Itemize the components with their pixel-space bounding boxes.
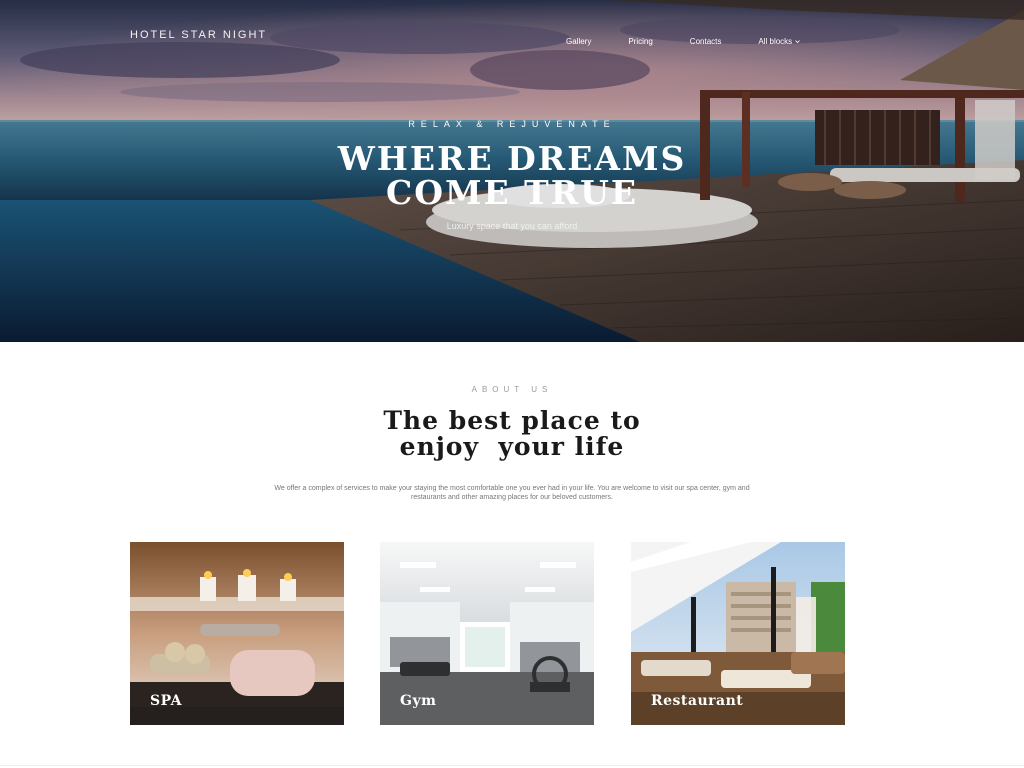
nav-link-contacts[interactable]: Contacts bbox=[690, 37, 722, 46]
nav-link-gallery[interactable]: Gallery bbox=[566, 37, 591, 46]
section-divider bbox=[0, 765, 1024, 766]
about-title: The best place to enjoy your life bbox=[232, 408, 792, 460]
hotel-logo[interactable]: HOTEL STAR NIGHT bbox=[130, 30, 270, 41]
about-description: We offer a complex of services to make y… bbox=[274, 485, 750, 501]
nav-dropdown-all-blocks[interactable]: All blocks bbox=[758, 37, 800, 46]
hero-content: RELAX & REJUVENATE WHERE DREAMS COME TRU… bbox=[0, 118, 1024, 232]
nav-link-pricing[interactable]: Pricing bbox=[628, 37, 652, 46]
services-cards: SPA Gym Restaurant bbox=[130, 542, 845, 725]
hero-eyebrow: RELAX & REJUVENATE bbox=[408, 119, 616, 129]
card-spa[interactable]: SPA bbox=[130, 542, 344, 725]
card-gym[interactable]: Gym bbox=[380, 542, 594, 725]
nav-menu: Gallery Pricing Contacts All blocks bbox=[566, 37, 800, 46]
hero-subtitle: Luxury space that you can afford bbox=[446, 221, 578, 231]
about-title-line-2: enjoy your life bbox=[399, 432, 625, 461]
about-title-line-1: The best place to bbox=[383, 406, 641, 435]
top-navbar: HOTEL STAR NIGHT Gallery Pricing Contact… bbox=[0, 0, 1024, 70]
card-spa-label: SPA bbox=[150, 693, 182, 709]
hero-title: WHERE DREAMS COME TRUE bbox=[0, 142, 1024, 210]
hero-section: HOTEL STAR NIGHT Gallery Pricing Contact… bbox=[0, 0, 1024, 342]
about-eyebrow: ABOUT US bbox=[471, 385, 553, 394]
about-section: ABOUT US The best place to enjoy your li… bbox=[0, 342, 1024, 502]
card-gym-label: Gym bbox=[400, 693, 437, 709]
hero-title-line-2: COME TRUE bbox=[385, 173, 639, 212]
nav-link-pricing-label: Pricing bbox=[628, 37, 653, 46]
card-restaurant[interactable]: Restaurant bbox=[631, 542, 845, 725]
chevron-down-icon bbox=[795, 40, 800, 44]
nav-link-gallery-label: Gallery bbox=[566, 37, 592, 46]
card-restaurant-label: Restaurant bbox=[651, 693, 744, 709]
nav-link-contacts-label: Contacts bbox=[689, 37, 722, 46]
nav-dropdown-all-blocks-label: All blocks bbox=[758, 37, 793, 46]
